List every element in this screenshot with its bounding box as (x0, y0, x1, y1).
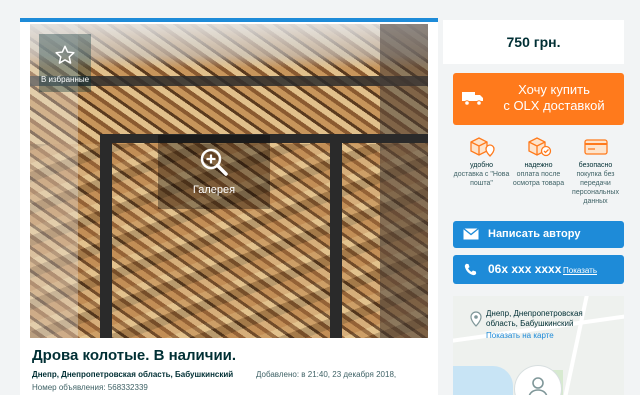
map-pin-icon (470, 311, 482, 327)
listing-added-date: Добавлено: в 21:40, 23 декабря 2018, (256, 370, 397, 379)
feature-desc: оплата после осмотра товара (512, 171, 565, 187)
map-address: Днепр, Днепропетровская область, Бабушки… (486, 309, 583, 328)
feature-desc: доставка с "Нова пошта" (453, 171, 510, 187)
feature-convenient: удобно доставка с "Нова пошта" (453, 131, 510, 188)
olx-delivery-buy-button[interactable]: Хочу купить с OLX доставкой (453, 73, 624, 125)
phone-icon (464, 263, 477, 276)
zoom-in-icon (200, 148, 228, 176)
parcel-location-icon (469, 137, 495, 157)
listing-card: В избранные Галерея Дрова колотые. В нал… (20, 18, 438, 395)
photo-trailer-post (330, 134, 342, 338)
feature-desc: покупка без передачи персональных данных (572, 171, 619, 205)
delivery-truck-icon (462, 92, 483, 106)
map-water (453, 366, 513, 395)
photo-edge-right (380, 24, 428, 338)
show-phone-link[interactable]: Показать (563, 266, 597, 275)
favorite-label: В избранные (40, 75, 90, 84)
feature-title: удобно (469, 162, 493, 169)
buy-button-label: Хочу купить с OLX доставкой (489, 82, 619, 114)
user-icon (528, 377, 548, 395)
parcel-check-icon (527, 137, 551, 157)
phone-number: 06x xxx xxxx (488, 262, 562, 276)
message-author-button[interactable]: Написать автору (453, 221, 624, 248)
listing-number: Номер объявления: 568332339 (32, 383, 148, 392)
card-lock-icon (583, 139, 608, 155)
photo-trailer-post (100, 134, 112, 338)
listing-title: Дрова колотые. В наличии. (32, 347, 237, 364)
delivery-features: удобно доставка с "Нова пошта" надежно о… (453, 131, 624, 214)
price: 750 грн. (506, 34, 561, 50)
feature-reliable: надежно оплата после осмотра товара (510, 131, 567, 188)
show-on-map-link[interactable]: Показать на карте (486, 331, 554, 340)
gallery-button[interactable]: Галерея (158, 135, 270, 209)
message-author-label: Написать автору (488, 228, 581, 240)
listing-photo[interactable]: В избранные Галерея (30, 24, 428, 338)
listing-location-link[interactable]: Днепр, Днепропетровская область, Бабушки… (32, 370, 233, 379)
feature-secure: безопасно покупка без передачи персональ… (567, 131, 624, 206)
buy-button-line1: Хочу купить (518, 82, 590, 97)
envelope-icon (463, 228, 479, 240)
price-box: 750 грн. (443, 20, 624, 64)
buy-button-line2: с OLX доставкой (503, 98, 605, 113)
gallery-label: Галерея (192, 184, 236, 196)
star-icon (55, 45, 75, 64)
location-map[interactable]: Днепр, Днепропетровская область, Бабушки… (453, 296, 624, 395)
phone-button[interactable]: 06x xxx xxxx Показать (453, 255, 624, 284)
feature-title: надежно (524, 162, 553, 169)
favorite-button[interactable]: В избранные (39, 34, 91, 92)
feature-title: безопасно (578, 162, 613, 169)
